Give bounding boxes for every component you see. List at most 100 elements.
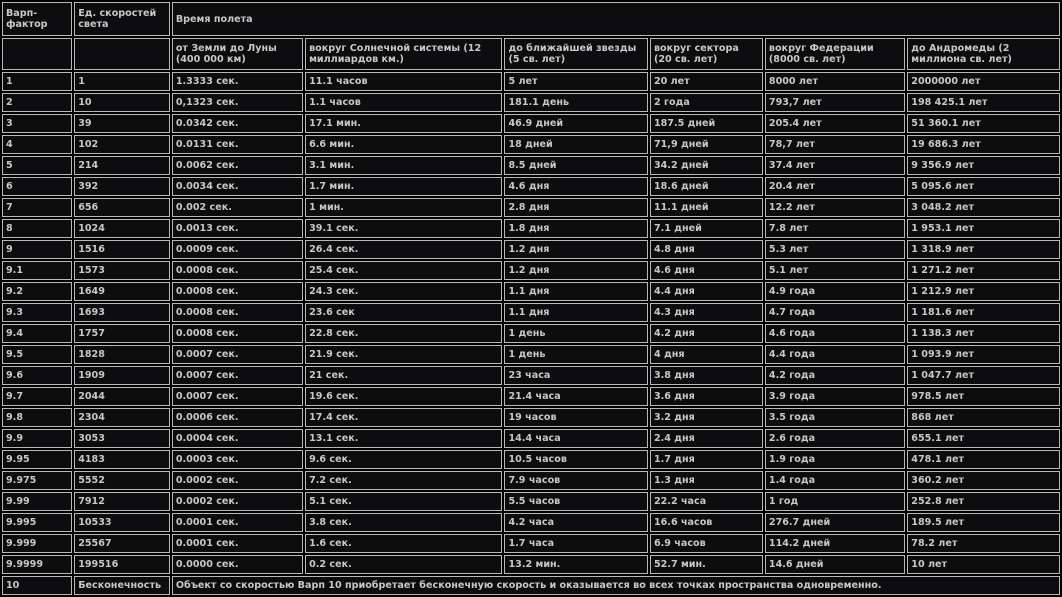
header-col-andromeda: до Андромеды (2 миллиона св. лет)	[907, 38, 1060, 70]
header-col-nearest-star: до ближайшей звезды (5 св. лет)	[504, 38, 648, 70]
cell-light-units: 1828	[74, 345, 170, 364]
table-row: 9.5 1828 0.0007 сек. 21.9 сек. 1 день 4 дня 4.…	[2, 345, 1060, 364]
cell-light-units: 1573	[74, 261, 170, 280]
cell-solar-system: 39.1 сек.	[305, 219, 503, 238]
cell-nearest-star: 10.5 часов	[504, 450, 648, 469]
cell-federation: 793,7 лет	[764, 93, 906, 112]
cell-andromeda: 978.5 лет	[907, 387, 1060, 406]
cell-sector: 52.7 мин.	[649, 555, 763, 574]
cell-federation: 3.5 года	[764, 408, 906, 427]
cell-light-units: 1516	[74, 240, 170, 259]
cell-moon: 0.0062 сек.	[171, 156, 304, 175]
cell-light-units: 7912	[74, 492, 170, 511]
cell-nearest-star: 14.4 часа	[504, 429, 648, 448]
cell-andromeda: 78.2 лет	[907, 534, 1060, 553]
cell-nearest-star: 5.5 часов	[504, 492, 648, 511]
table-row: 7 656 0.002 сек. 1 мин. 2.8 дня 11.1 дней 12.2…	[2, 198, 1060, 217]
cell-nearest-star: 1.8 дня	[504, 219, 648, 238]
cell-federation: 4.7 года	[764, 303, 906, 322]
cell-light-units: 5552	[74, 471, 170, 490]
cell-andromeda: 1 047.7 лет	[907, 366, 1060, 385]
cell-moon: 0.0006 сек.	[171, 408, 304, 427]
cell-sector: 34.2 дней	[649, 156, 763, 175]
cell-federation: 5.3 лет	[764, 240, 906, 259]
table-row: 9.9 3053 0.0004 сек. 13.1 сек. 14.4 часа 2.4 …	[2, 429, 1060, 448]
cell-sector: 2 года	[649, 93, 763, 112]
cell-andromeda: 252.8 лет	[907, 492, 1060, 511]
cell-nearest-star: 1 день	[504, 324, 648, 343]
cell-solar-system: 9.6 сек.	[305, 450, 503, 469]
table-row: 9.995 10533 0.0001 сек. 3.8 сек. 4.2 часа 16.…	[2, 513, 1060, 532]
cell-warp-factor: 9.975	[2, 471, 73, 490]
table-row: 9.8 2304 0.0006 сек. 17.4 сек. 19 часов 3.2 д…	[2, 408, 1060, 427]
cell-andromeda: 3 048.2 лет	[907, 198, 1060, 217]
cell-solar-system: 7.2 сек.	[305, 471, 503, 490]
cell-federation: 276.7 дней	[764, 513, 906, 532]
cell-light-units: 1693	[74, 303, 170, 322]
cell-solar-system: 13.1 сек.	[305, 429, 503, 448]
cell-warp-factor: 9.995	[2, 513, 73, 532]
cell-moon: 0.0000 сек.	[171, 555, 304, 574]
cell-federation: 14.6 дней	[764, 555, 906, 574]
cell-federation: 7.8 лет	[764, 219, 906, 238]
cell-federation: 114.2 дней	[764, 534, 906, 553]
cell-moon: 0.0004 сек.	[171, 429, 304, 448]
cell-light-units: 392	[74, 177, 170, 196]
cell-nearest-star: 1.1 дня	[504, 282, 648, 301]
cell-andromeda: 2000000 лет	[907, 72, 1060, 91]
cell-federation: 2.6 года	[764, 429, 906, 448]
table-row: 8 1024 0.0013 сек. 39.1 сек. 1.8 дня 7.1 дней…	[2, 219, 1060, 238]
cell-nearest-star: 19 часов	[504, 408, 648, 427]
cell-andromeda: 51 360.1 лет	[907, 114, 1060, 133]
table-row: 9.99 7912 0.0002 сек. 5.1 сек. 5.5 часов 22.2…	[2, 492, 1060, 511]
table-row: 9.2 1649 0.0008 сек. 24.3 сек. 1.1 дня 4.4 дн…	[2, 282, 1060, 301]
cell-moon: 0.0008 сек.	[171, 261, 304, 280]
cell-nearest-star: 4.6 дня	[504, 177, 648, 196]
header-warp-factor: Варп-фактор	[2, 2, 73, 36]
cell-solar-system: 17.4 сек.	[305, 408, 503, 427]
cell-warp-factor: 8	[2, 219, 73, 238]
cell-federation: 3.9 года	[764, 387, 906, 406]
cell-moon: 0.0008 сек.	[171, 303, 304, 322]
cell-federation: 1 год	[764, 492, 906, 511]
cell-light-units: 2044	[74, 387, 170, 406]
header-row-destinations: от Земли до Луны (400 000 км) вокруг Сол…	[2, 38, 1060, 70]
cell-andromeda: 1 953.1 лет	[907, 219, 1060, 238]
cell-andromeda: 1 271.2 лет	[907, 261, 1060, 280]
table-row: 9.1 1573 0.0008 сек. 25.4 сек. 1.2 дня 4.6 дн…	[2, 261, 1060, 280]
cell-sector: 4 дня	[649, 345, 763, 364]
cell-warp-10-note: Объект со скоростью Варп 10 приобретает …	[171, 576, 1060, 595]
cell-warp-factor: 9.4	[2, 324, 73, 343]
table-row: 9.7 2044 0.0007 сек. 19.6 сек. 21.4 часа 3.6 …	[2, 387, 1060, 406]
cell-federation: 12.2 лет	[764, 198, 906, 217]
cell-nearest-star: 5 лет	[504, 72, 648, 91]
cell-light-units: 3053	[74, 429, 170, 448]
table-row: 9.95 4183 0.0003 сек. 9.6 сек. 10.5 часов 1.7…	[2, 450, 1060, 469]
cell-andromeda: 478.1 лет	[907, 450, 1060, 469]
cell-andromeda: 655.1 лет	[907, 429, 1060, 448]
cell-solar-system: 23.6 сек	[305, 303, 503, 322]
cell-andromeda: 1 318.9 лет	[907, 240, 1060, 259]
cell-nearest-star: 23 часа	[504, 366, 648, 385]
cell-warp-factor: 6	[2, 177, 73, 196]
cell-light-units: 2304	[74, 408, 170, 427]
cell-federation: 20.4 лет	[764, 177, 906, 196]
cell-federation: 4.4 года	[764, 345, 906, 364]
cell-solar-system: 5.1 сек.	[305, 492, 503, 511]
cell-light-units: 1909	[74, 366, 170, 385]
cell-solar-system: 11.1 часов	[305, 72, 503, 91]
cell-solar-system: 25.4 сек.	[305, 261, 503, 280]
cell-federation: 4.9 года	[764, 282, 906, 301]
cell-solar-system: 21 сек.	[305, 366, 503, 385]
cell-warp-factor: 7	[2, 198, 73, 217]
cell-light-units: 1	[74, 72, 170, 91]
cell-moon: 0.0007 сек.	[171, 345, 304, 364]
cell-federation: 4.2 года	[764, 366, 906, 385]
cell-solar-system: 3.1 мин.	[305, 156, 503, 175]
cell-solar-system: 17.1 мин.	[305, 114, 503, 133]
cell-warp-factor: 5	[2, 156, 73, 175]
cell-andromeda: 1 212.9 лет	[907, 282, 1060, 301]
cell-moon: 0.0001 сек.	[171, 534, 304, 553]
cell-light-units: 656	[74, 198, 170, 217]
cell-sector: 2.4 дня	[649, 429, 763, 448]
